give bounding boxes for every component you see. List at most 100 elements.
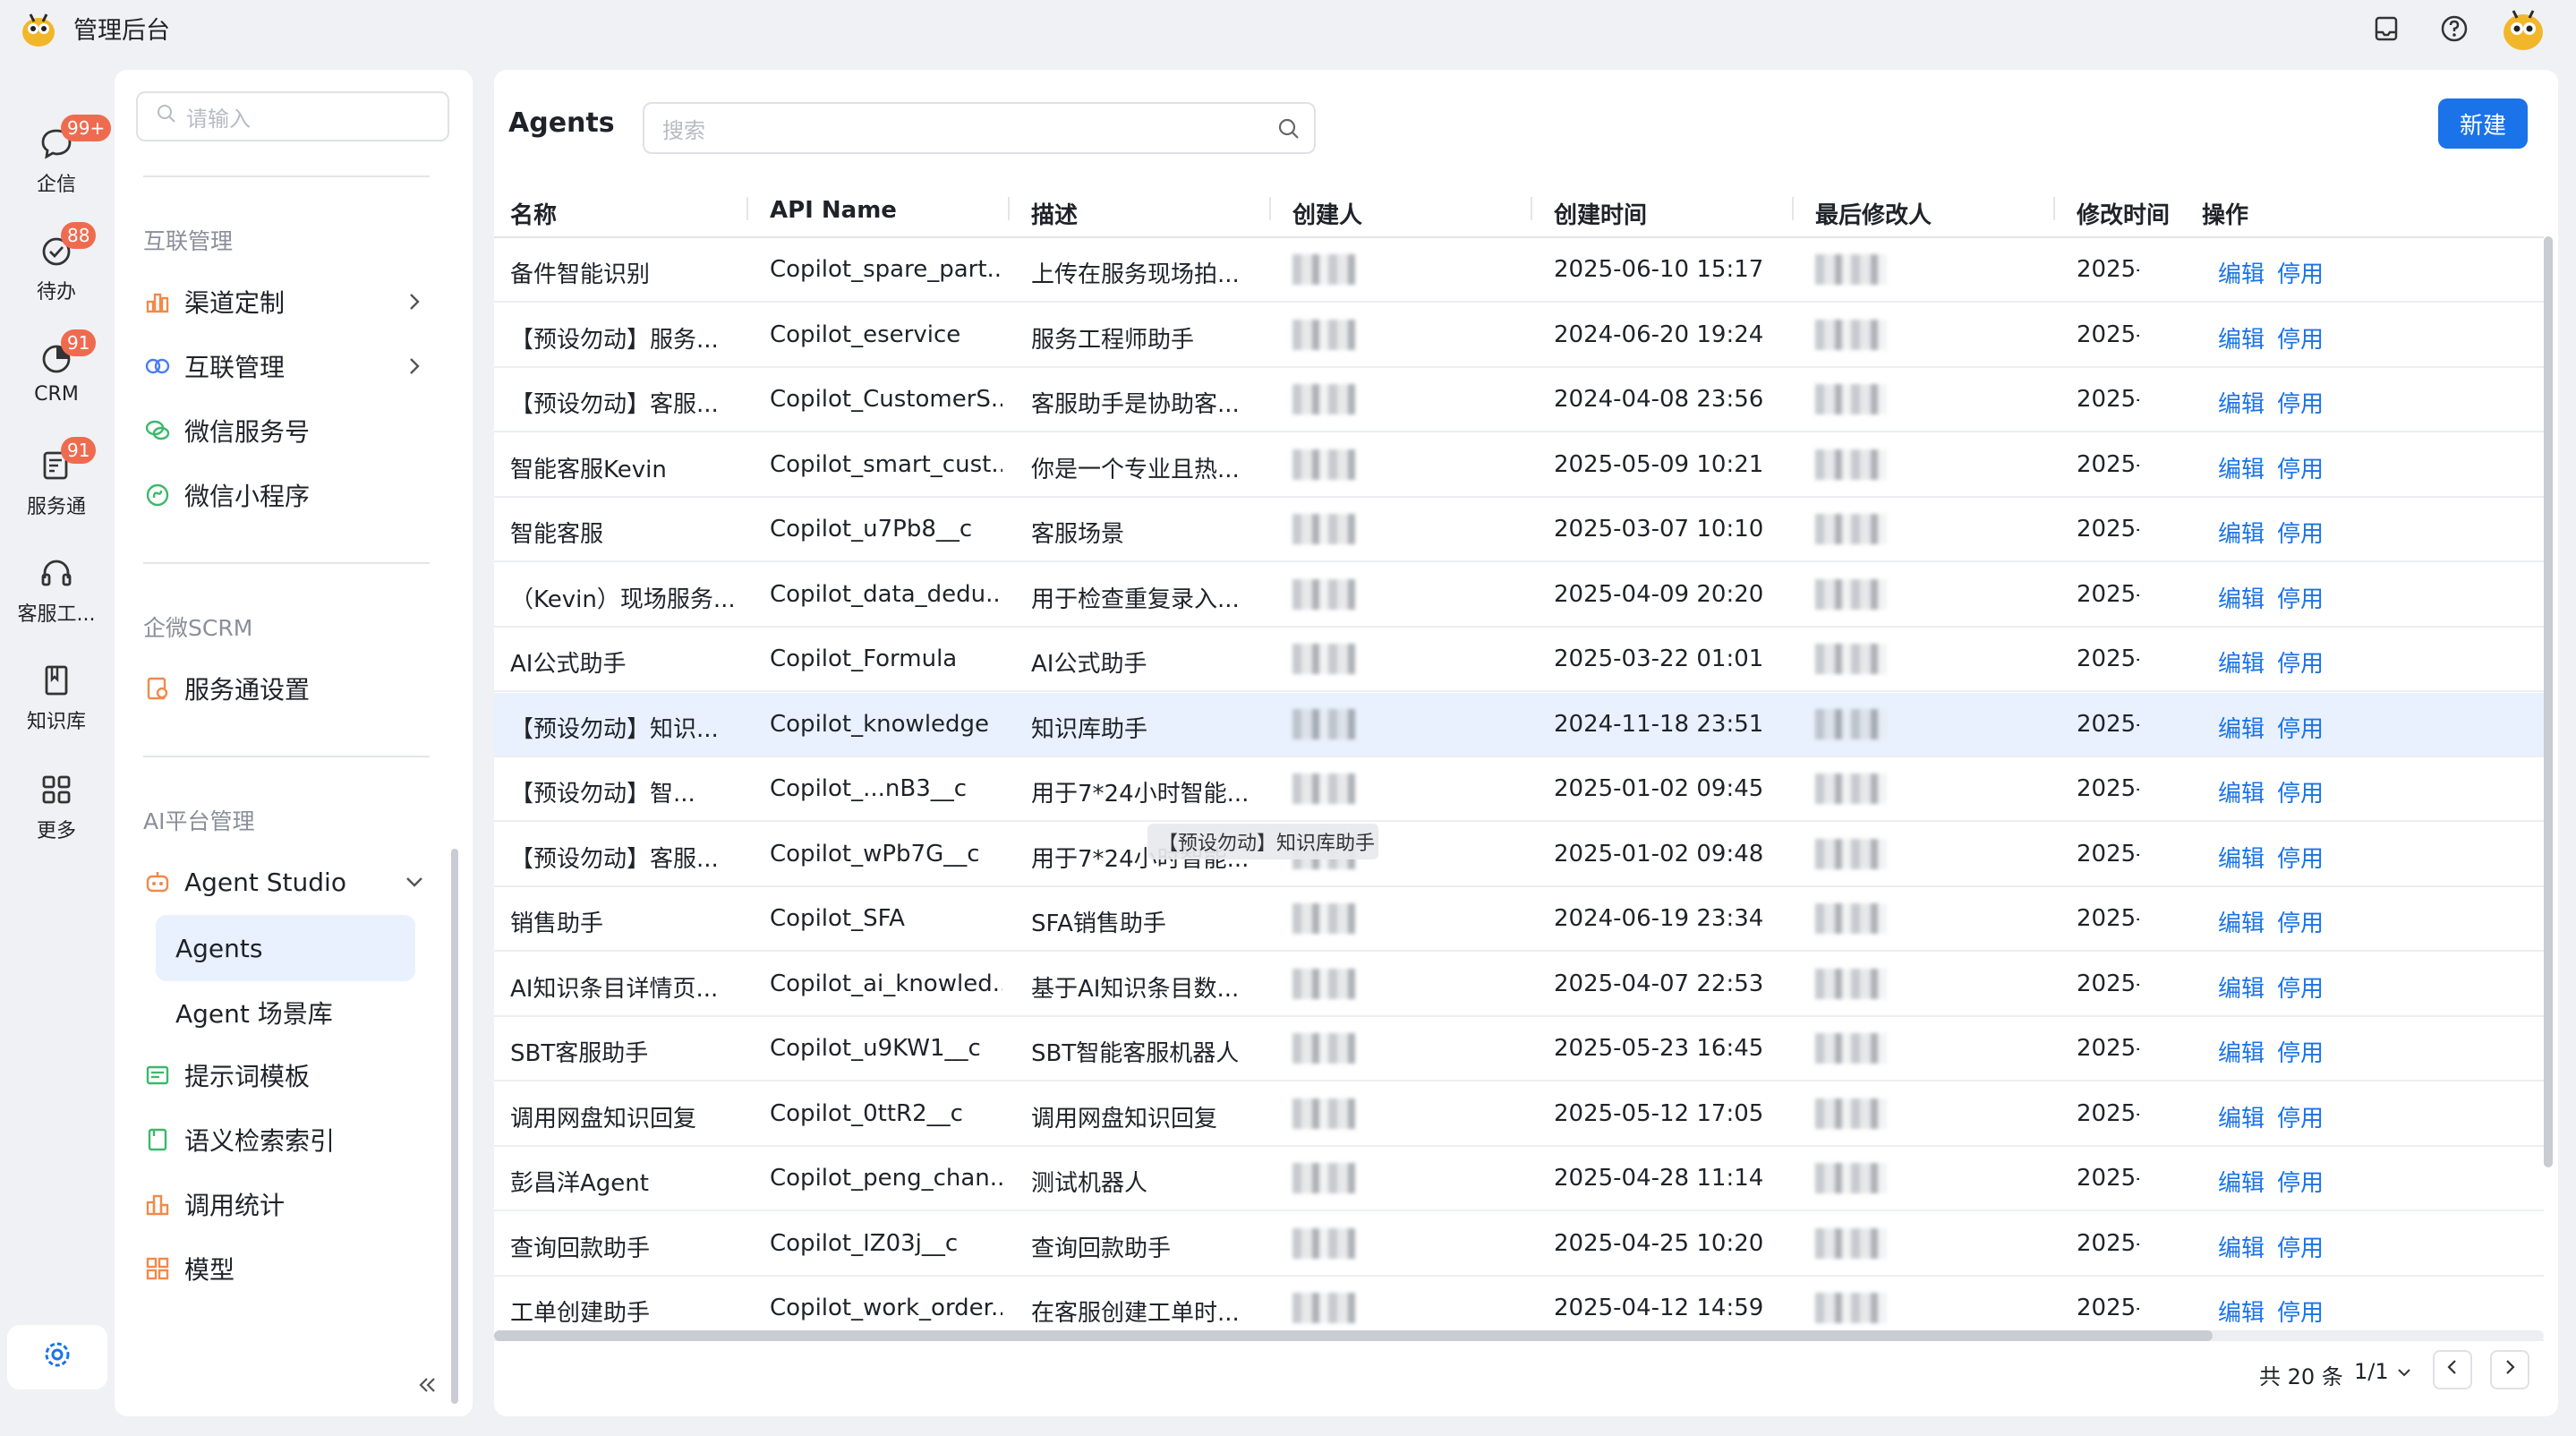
col-separator[interactable]: [746, 197, 748, 220]
menu-item-semantic-index[interactable]: 语义检索索引: [143, 1112, 446, 1167]
edit-link[interactable]: 编辑: [2218, 451, 2265, 484]
menu-item-model[interactable]: 模型: [143, 1241, 446, 1296]
table-row[interactable]: 【预设勿动】服务... Copilot_eservice 服务工程师助手 2024-0…: [494, 303, 2544, 368]
edit-link[interactable]: 编辑: [2218, 386, 2265, 419]
menu-item-wechat-mini[interactable]: 微信小程序: [143, 467, 446, 523]
edit-link[interactable]: 编辑: [2218, 1035, 2265, 1068]
col-header-creator[interactable]: 创建人: [1292, 197, 1362, 230]
col-separator[interactable]: [1792, 197, 1794, 220]
table-horizontal-scrollbar[interactable]: [494, 1330, 2213, 1341]
collapse-sidebar-button[interactable]: [410, 1370, 446, 1406]
modifier-redacted: [1815, 1098, 1887, 1129]
col-separator[interactable]: [1531, 197, 1532, 220]
edit-link[interactable]: 编辑: [2218, 1230, 2265, 1263]
disable-link[interactable]: 停用: [2277, 321, 2324, 355]
rail-item-crm[interactable]: 91 CRM: [0, 329, 113, 439]
col-header-modifier[interactable]: 最后修改人: [1815, 197, 1932, 230]
menu-item-interconnect[interactable]: 互联管理: [143, 338, 446, 394]
menu-item-service-settings[interactable]: 服务通设置: [143, 661, 446, 716]
table-row[interactable]: （Kevin）现场服务... Copilot_data_dedu... 用于检查重复…: [494, 563, 2544, 628]
col-separator[interactable]: [1269, 197, 1271, 220]
disable-link[interactable]: 停用: [2277, 970, 2324, 1004]
sidebar-search-input[interactable]: 请输入: [136, 91, 449, 141]
disable-link[interactable]: 停用: [2277, 645, 2324, 679]
edit-link[interactable]: 编辑: [2218, 1295, 2265, 1328]
disable-link[interactable]: 停用: [2277, 581, 2324, 614]
main-search-input[interactable]: 搜索: [643, 102, 1316, 154]
edit-link[interactable]: 编辑: [2218, 645, 2265, 679]
col-header-desc[interactable]: 描述: [1031, 197, 1078, 230]
table-row[interactable]: 查询回款助手 Copilot_IZ03j__c 查询回款助手 2025-04-25 1…: [494, 1212, 2544, 1277]
table-row[interactable]: 智能客服 Copilot_u7Pb8__c 客服场景 2025-03-07 10:10…: [494, 498, 2544, 562]
table-row[interactable]: AI公式助手 Copilot_Formula AI公式助手 2025-03-22 01…: [494, 628, 2544, 692]
sidebar-scrollbar[interactable]: [451, 849, 458, 1404]
rail-item-knowledge[interactable]: 知识库: [0, 662, 113, 761]
row-description: 在客服创建工单时...: [1031, 1300, 1240, 1327]
table-row[interactable]: 智能客服Kevin Copilot_smart_cust... 你是一个专业且热..…: [494, 433, 2544, 498]
edit-link[interactable]: 编辑: [2218, 581, 2265, 614]
help-icon[interactable]: [2436, 11, 2472, 47]
disable-link[interactable]: 停用: [2277, 1295, 2324, 1328]
disable-link[interactable]: 停用: [2277, 1165, 2324, 1198]
edit-link[interactable]: 编辑: [2218, 1100, 2265, 1133]
table-row[interactable]: 【预设勿动】知识... Copilot_knowledge 知识库助手 2024-11…: [494, 692, 2544, 757]
inbox-icon[interactable]: [2368, 11, 2404, 47]
table-row[interactable]: 备件智能识别 Copilot_spare_part... 上传在服务现场拍... 20…: [494, 238, 2544, 303]
table-row[interactable]: 调用网盘知识回复 Copilot_0ttR2__c 调用网盘知识回复 2025-05-…: [494, 1082, 2544, 1147]
disable-link[interactable]: 停用: [2277, 1230, 2324, 1263]
edit-link[interactable]: 编辑: [2218, 1165, 2265, 1198]
table-row[interactable]: AI知识条目详情页... Copilot_ai_knowled... 基于AI知识条…: [494, 953, 2544, 1017]
edit-link[interactable]: 编辑: [2218, 256, 2265, 289]
disable-link[interactable]: 停用: [2277, 451, 2324, 484]
table-row[interactable]: SBT客服助手 Copilot_u9KW1__c SBT智能客服机器人 2025-05…: [494, 1017, 2544, 1081]
pager-page-select[interactable]: 1/1: [2354, 1359, 2413, 1384]
col-header-api[interactable]: API Name: [770, 197, 897, 224]
col-header-modified[interactable]: 修改时间: [2077, 197, 2170, 230]
table-row[interactable]: 销售助手 Copilot_SFA SFA销售助手 2024-06-19 23:34 20…: [494, 887, 2544, 952]
pager-next-button[interactable]: [2490, 1350, 2529, 1389]
disable-link[interactable]: 停用: [2277, 386, 2324, 419]
menu-item-prompt-templates[interactable]: 提示词模板: [143, 1047, 446, 1103]
rail-item-customer-service[interactable]: 客服工...: [0, 555, 113, 654]
disable-link[interactable]: 停用: [2277, 841, 2324, 874]
disable-link[interactable]: 停用: [2277, 1100, 2324, 1133]
rail-badge: 99+: [61, 115, 112, 141]
rail-item-todo[interactable]: 88 待办: [0, 222, 113, 331]
menu-item-agents[interactable]: Agents: [156, 915, 415, 981]
edit-link[interactable]: 编辑: [2218, 775, 2265, 808]
edit-link[interactable]: 编辑: [2218, 970, 2265, 1004]
pager-prev-button[interactable]: [2433, 1350, 2472, 1389]
table-row[interactable]: 【预设勿动】客服... Copilot_CustomerS... 客服助手是协助客.…: [494, 368, 2544, 432]
new-button[interactable]: 新建: [2438, 98, 2528, 149]
search-icon[interactable]: [1276, 116, 1301, 141]
col-header-created[interactable]: 创建时间: [1554, 197, 1647, 230]
table-row[interactable]: 【预设勿动】客服... Copilot_wPb7G__c 用于7*24小时智能...…: [494, 823, 2544, 887]
disable-link[interactable]: 停用: [2277, 711, 2324, 744]
user-avatar[interactable]: [2497, 2, 2549, 54]
edit-link[interactable]: 编辑: [2218, 516, 2265, 549]
rail-item-qixin[interactable]: 99+ 企信: [0, 115, 113, 224]
col-separator[interactable]: [2053, 197, 2055, 220]
edit-link[interactable]: 编辑: [2218, 905, 2265, 938]
menu-item-call-stats[interactable]: 调用统计: [143, 1176, 446, 1232]
col-header-name[interactable]: 名称: [510, 197, 557, 230]
menu-item-wechat-service[interactable]: 微信服务号: [143, 403, 446, 458]
menu-item-agent-scenes[interactable]: Agent 场景库: [156, 979, 415, 1046]
edit-link[interactable]: 编辑: [2218, 841, 2265, 874]
rail-item-service[interactable]: 91 服务通: [0, 437, 113, 546]
rail-item-more[interactable]: 更多: [0, 772, 113, 870]
settings-button[interactable]: [7, 1325, 107, 1389]
edit-link[interactable]: 编辑: [2218, 321, 2265, 355]
disable-link[interactable]: 停用: [2277, 905, 2324, 938]
menu-item-channel[interactable]: 渠道定制: [143, 274, 446, 329]
table-row[interactable]: 【预设勿动】智... Copilot_...nB3__c 用于7*24小时智能...…: [494, 757, 2544, 822]
col-separator[interactable]: [1008, 197, 1010, 220]
disable-link[interactable]: 停用: [2277, 1035, 2324, 1068]
disable-link[interactable]: 停用: [2277, 775, 2324, 808]
table-vertical-scrollbar[interactable]: [2544, 236, 2553, 1167]
disable-link[interactable]: 停用: [2277, 256, 2324, 289]
edit-link[interactable]: 编辑: [2218, 711, 2265, 744]
disable-link[interactable]: 停用: [2277, 516, 2324, 549]
menu-item-agent-studio[interactable]: Agent Studio: [143, 854, 446, 910]
table-row[interactable]: 彭昌洋Agent Copilot_peng_chan... 测试机器人 2025-04…: [494, 1147, 2544, 1211]
